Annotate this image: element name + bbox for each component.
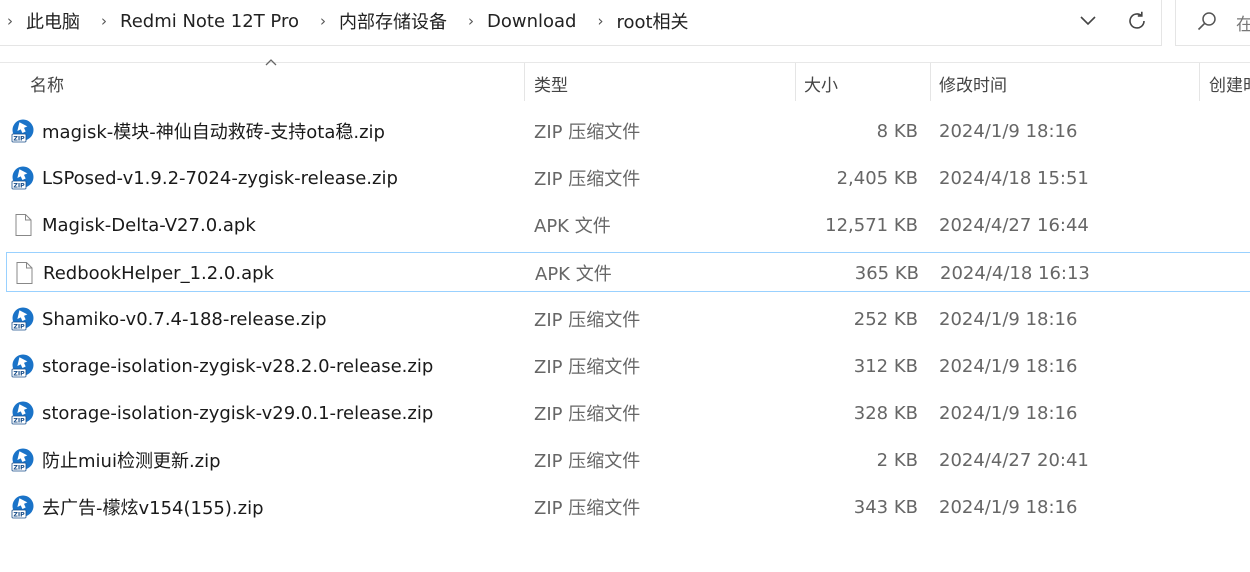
file-modified: 2024/1/9 18:16 <box>939 496 1078 518</box>
file-name: 去广告-檬炫v154(155).zip <box>42 498 264 519</box>
file-name: storage-isolation-zygisk-v28.2.0-release… <box>42 355 434 377</box>
file-name: Shamiko-v0.7.4-188-release.zip <box>42 308 327 330</box>
svg-text:ZIP: ZIP <box>13 512 25 519</box>
svg-text:ZIP: ZIP <box>13 136 25 143</box>
svg-text:ZIP: ZIP <box>13 465 25 472</box>
file-row[interactable]: ZIP 防止miui检测更新.zip ZIP 压缩文件 2 KB 2024/4/27 2… <box>6 440 1250 480</box>
file-name: Magisk-Delta-V27.0.apk <box>42 214 256 236</box>
breadcrumb: › 此电脑 › Redmi Note 12T Pro › 内部存储设备 › Do… <box>0 0 703 42</box>
file-modified: 2024/4/27 20:41 <box>939 449 1089 471</box>
file-type: ZIP 压缩文件 <box>534 451 641 472</box>
breadcrumb-item-storage[interactable]: 内部存储设备 <box>339 8 447 34</box>
breadcrumb-item-download[interactable]: Download <box>487 11 576 32</box>
file-size: 252 KB <box>853 308 918 330</box>
search-placeholder: 在 <box>1236 15 1250 35</box>
file-modified: 2024/1/9 18:16 <box>939 402 1078 424</box>
zip-file-icon: ZIP <box>11 307 34 331</box>
svg-text:ZIP: ZIP <box>13 324 25 331</box>
file-modified: 2024/4/18 15:51 <box>939 167 1089 189</box>
column-header-type[interactable]: 类型 <box>534 63 568 103</box>
address-bar[interactable]: › 此电脑 › Redmi Note 12T Pro › 内部存储设备 › Do… <box>0 0 1162 46</box>
file-type: ZIP 压缩文件 <box>534 169 641 190</box>
search-icon <box>1197 12 1216 31</box>
file-type: ZIP 压缩文件 <box>534 498 641 519</box>
file-row[interactable]: ZIP storage-isolation-zygisk-v29.0.1-rele… <box>6 393 1250 433</box>
refresh-icon <box>1129 11 1145 29</box>
file-size: 2 KB <box>876 449 918 471</box>
file-type: ZIP 压缩文件 <box>534 122 641 143</box>
file-row[interactable]: ZIP storage-isolation-zygisk-v28.2.0-rele… <box>6 346 1250 386</box>
blank-file-icon <box>15 214 32 236</box>
file-type: APK 文件 <box>535 264 612 285</box>
file-size: 8 KB <box>876 120 918 142</box>
column-resize-handle[interactable] <box>1199 63 1200 101</box>
zip-file-icon: ZIP <box>11 119 34 143</box>
file-row[interactable]: Magisk-Delta-V27.0.apk APK 文件 12,571 KB 202… <box>6 205 1250 245</box>
file-type: ZIP 压缩文件 <box>534 310 641 331</box>
history-dropdown-button[interactable] <box>1072 6 1104 36</box>
svg-text:ZIP: ZIP <box>13 418 25 425</box>
file-size: 2,405 KB <box>836 167 918 189</box>
chevron-down-icon <box>1080 16 1096 26</box>
column-resize-handle[interactable] <box>795 63 796 101</box>
file-name: LSPosed-v1.9.2-7024-zygisk-release.zip <box>42 167 398 189</box>
refresh-button[interactable] <box>1121 6 1153 36</box>
breadcrumb-separator-icon[interactable]: › <box>594 12 606 30</box>
column-resize-handle[interactable] <box>524 63 525 101</box>
file-modified: 2024/1/9 18:16 <box>939 120 1078 142</box>
zip-file-icon: ZIP <box>11 354 34 378</box>
file-row[interactable]: ZIP Shamiko-v0.7.4-188-release.zip ZIP 压缩文… <box>6 299 1250 339</box>
column-header-name[interactable]: 名称 <box>30 63 64 103</box>
blank-file-icon <box>16 262 33 284</box>
file-row[interactable]: ZIP LSPosed-v1.9.2-7024-zygisk-release.zi… <box>6 158 1250 198</box>
zip-file-icon: ZIP <box>11 495 34 519</box>
breadcrumb-separator-icon[interactable]: › <box>4 12 16 30</box>
file-name: 防止miui检测更新.zip <box>42 451 221 472</box>
file-type: APK 文件 <box>534 216 611 237</box>
file-type: ZIP 压缩文件 <box>534 357 641 378</box>
file-row[interactable]: ZIP 去广告-檬炫v154(155).zip ZIP 压缩文件 343 KB 2024… <box>6 487 1250 527</box>
file-modified: 2024/1/9 18:16 <box>939 355 1078 377</box>
breadcrumb-separator-icon[interactable]: › <box>98 12 110 30</box>
file-type: ZIP 压缩文件 <box>534 404 641 425</box>
file-row[interactable]: ZIP magisk-模块-神仙自动救砖-支持ota稳.zip ZIP 压缩文件 8… <box>6 111 1250 151</box>
svg-text:ZIP: ZIP <box>13 371 25 378</box>
column-header: 名称 类型 大小 修改时间 创建时 <box>0 59 1250 103</box>
svg-text:ZIP: ZIP <box>13 183 25 190</box>
breadcrumb-item-this-pc[interactable]: 此电脑 <box>26 8 80 34</box>
column-header-created[interactable]: 创建时 <box>1209 63 1250 103</box>
column-resize-handle[interactable] <box>930 63 931 101</box>
file-name: magisk-模块-神仙自动救砖-支持ota稳.zip <box>42 122 385 143</box>
breadcrumb-item-device[interactable]: Redmi Note 12T Pro <box>120 11 299 32</box>
zip-file-icon: ZIP <box>11 166 34 190</box>
file-modified: 2024/4/18 16:13 <box>940 262 1090 284</box>
column-header-modified[interactable]: 修改时间 <box>939 63 1007 103</box>
file-row[interactable]: RedbookHelper_1.2.0.apk APK 文件 365 KB 2024/… <box>6 252 1250 292</box>
zip-file-icon: ZIP <box>11 448 34 472</box>
file-size: 12,571 KB <box>825 214 918 236</box>
column-header-size[interactable]: 大小 <box>804 63 838 103</box>
breadcrumb-separator-icon[interactable]: › <box>317 12 329 30</box>
file-size: 343 KB <box>853 496 918 518</box>
file-size: 328 KB <box>853 402 918 424</box>
breadcrumb-item-current-folder[interactable]: root相关 <box>616 8 688 34</box>
file-name: storage-isolation-zygisk-v29.0.1-release… <box>42 402 434 424</box>
file-modified: 2024/4/27 16:44 <box>939 214 1089 236</box>
file-size: 312 KB <box>853 355 918 377</box>
search-box[interactable]: 在 <box>1175 0 1250 46</box>
file-name: RedbookHelper_1.2.0.apk <box>43 262 274 284</box>
file-size: 365 KB <box>854 262 919 284</box>
zip-file-icon: ZIP <box>11 401 34 425</box>
file-modified: 2024/1/9 18:16 <box>939 308 1078 330</box>
sort-ascending-icon <box>265 59 277 66</box>
breadcrumb-separator-icon[interactable]: › <box>465 12 477 30</box>
